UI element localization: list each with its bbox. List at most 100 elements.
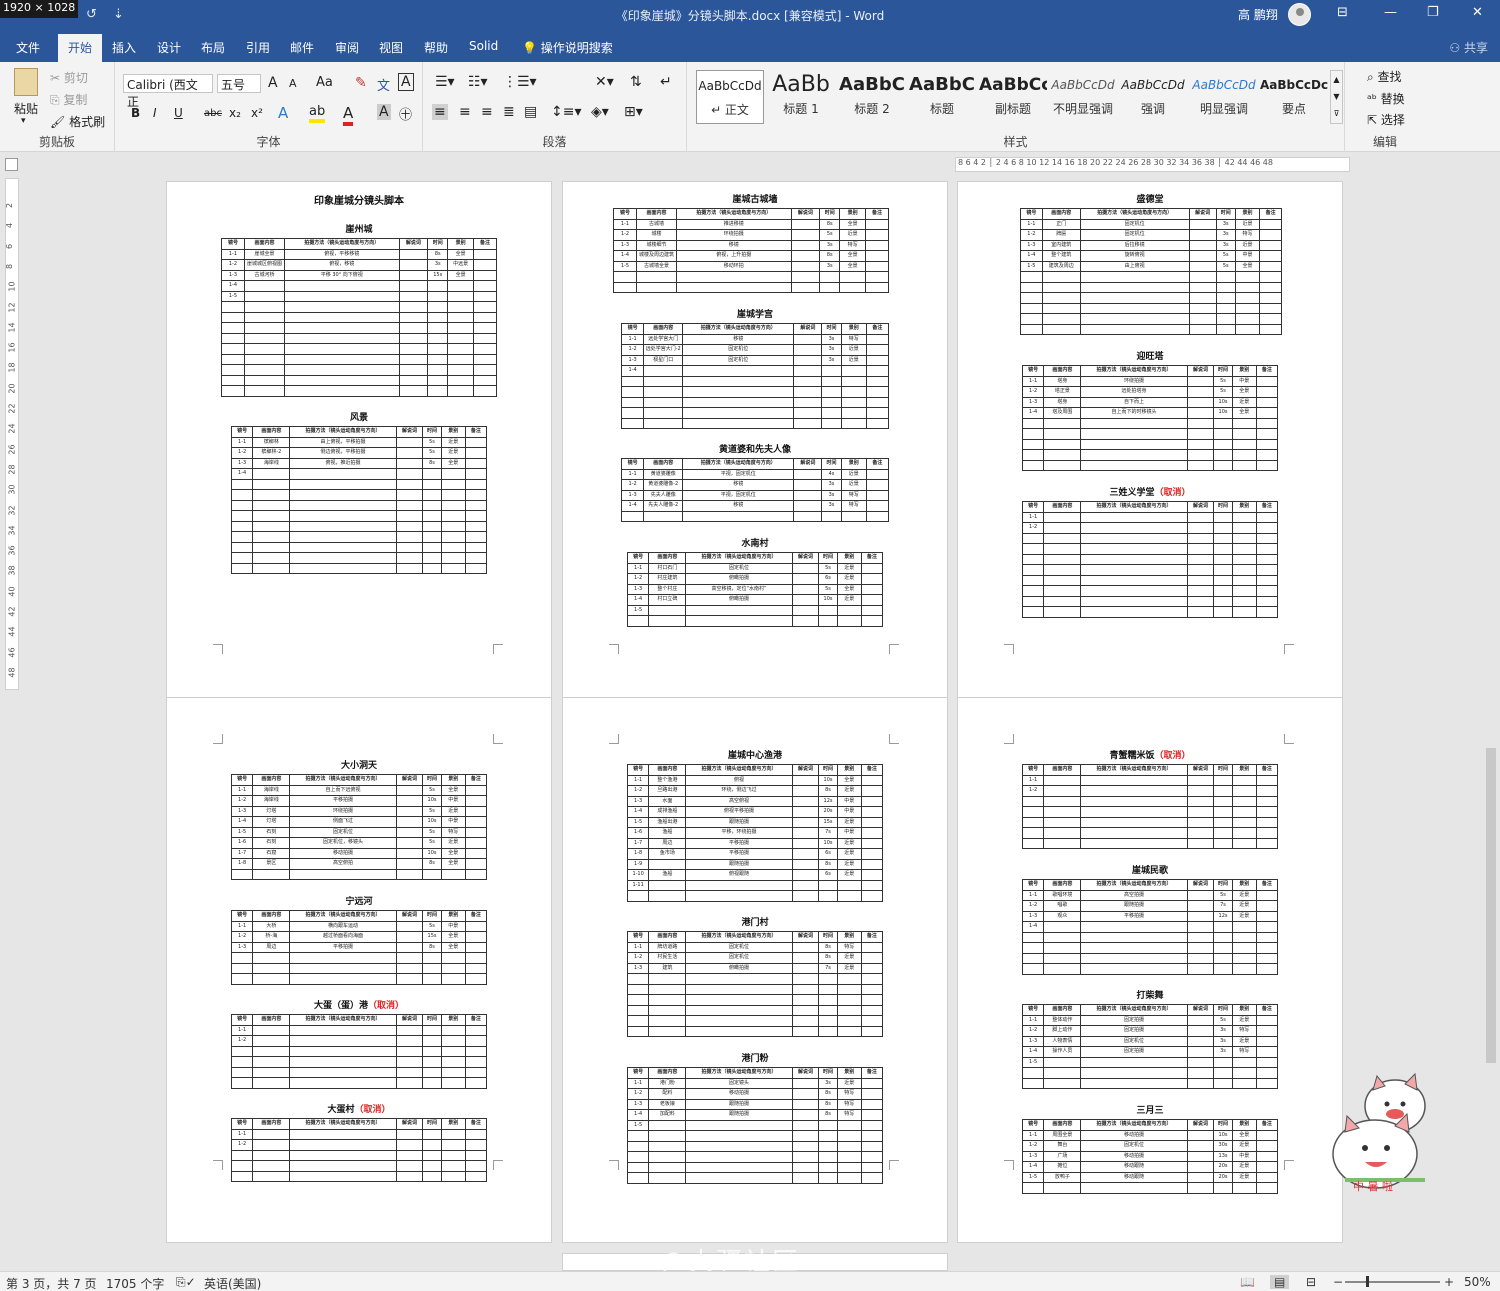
table-cell[interactable] (464, 784, 488, 796)
table-cell[interactable]: 8s (818, 1088, 838, 1100)
table-cell[interactable] (1259, 323, 1282, 335)
table-cell[interactable] (440, 562, 466, 574)
table-cell[interactable] (791, 827, 820, 839)
table-cell[interactable] (398, 269, 429, 281)
table-cell[interactable] (464, 478, 488, 490)
table-cell[interactable] (1043, 543, 1082, 555)
table-cell[interactable] (422, 1045, 442, 1057)
zoom-in-button[interactable]: + (1444, 1275, 1454, 1289)
table-cell[interactable]: 1-3 (1021, 396, 1045, 408)
table-cell[interactable] (818, 1140, 838, 1152)
table-cell[interactable] (648, 1004, 687, 1016)
table-cell[interactable]: 5s (819, 229, 841, 241)
table-cell[interactable] (1080, 931, 1188, 943)
table-cell[interactable] (648, 1151, 687, 1163)
table-cell[interactable] (836, 983, 862, 995)
table-cell[interactable] (427, 364, 449, 376)
table-cell[interactable]: 1-2 (620, 479, 645, 491)
table-cell[interactable] (395, 541, 424, 553)
table-cell[interactable] (230, 489, 254, 501)
table-cell[interactable]: 鱼市场 (648, 848, 687, 860)
table-cell[interactable] (865, 500, 890, 512)
table-cell[interactable] (464, 541, 488, 553)
table-cell[interactable] (252, 1056, 291, 1068)
table-cell[interactable] (252, 973, 291, 985)
table-cell[interactable] (648, 1130, 687, 1142)
table-cell[interactable] (620, 407, 645, 419)
table-cell[interactable] (464, 868, 488, 880)
table-cell[interactable] (1231, 931, 1257, 943)
table-cell[interactable]: 5s (422, 826, 442, 838)
table-cell[interactable] (252, 1077, 291, 1089)
table-cell[interactable] (1021, 449, 1045, 461)
table-cell[interactable] (284, 290, 400, 302)
justify-icon[interactable]: ≣ (503, 104, 515, 120)
table-cell[interactable] (1213, 532, 1233, 544)
zoom-slider[interactable] (1345, 1281, 1440, 1283)
table-cell[interactable] (252, 1160, 291, 1172)
table-cell[interactable] (252, 489, 291, 501)
table-cell[interactable]: 近景 (839, 229, 867, 241)
table-cell[interactable] (440, 1056, 466, 1068)
table-cell[interactable] (252, 1045, 291, 1057)
table-cell[interactable] (289, 562, 397, 574)
table-cell[interactable]: 1-2 (1021, 1025, 1045, 1037)
table-cell[interactable]: 摊位 (1043, 1161, 1082, 1173)
table-cell[interactable]: 近景 (836, 858, 862, 870)
table-cell[interactable] (839, 281, 867, 293)
table-cell[interactable]: 放鸭子 (1043, 1171, 1082, 1183)
show-marks-icon[interactable]: ↵ (660, 74, 672, 90)
table-cell[interactable] (635, 281, 678, 293)
table-cell[interactable] (221, 343, 245, 355)
table-cell[interactable] (793, 333, 823, 345)
table-cell[interactable] (1255, 396, 1279, 408)
table-cell[interactable] (398, 374, 429, 386)
table-cell[interactable] (1234, 323, 1261, 335)
table-cell[interactable] (1213, 438, 1233, 450)
table-cell[interactable]: 景区 (252, 858, 291, 870)
tab-home[interactable]: 开始 (58, 34, 103, 63)
table-cell[interactable]: 1-2 (1020, 229, 1043, 241)
table-cell[interactable] (1255, 1140, 1279, 1152)
table-cell[interactable] (398, 385, 429, 397)
table-cell[interactable] (836, 1025, 862, 1037)
table-cell[interactable] (473, 311, 497, 323)
table-cell[interactable] (791, 1172, 820, 1184)
table-cell[interactable] (791, 1015, 820, 1027)
table-cell[interactable]: 侧面飞过 (289, 816, 397, 828)
table-cell[interactable] (1231, 553, 1257, 565)
table-cell[interactable]: 1-1 (626, 774, 650, 786)
table-cell[interactable] (1255, 522, 1279, 534)
table-cell[interactable] (464, 805, 488, 817)
table-cell[interactable]: 操作人员 (1043, 1046, 1082, 1058)
table-cell[interactable]: 1-1 (230, 1024, 254, 1036)
proofing-icon[interactable]: ⎘✓ (176, 1275, 196, 1290)
table-cell[interactable]: 移动拍摄 (289, 847, 397, 859)
table-cell[interactable]: 3s (1215, 218, 1236, 230)
table-cell[interactable] (1188, 250, 1217, 262)
tell-me-search[interactable]: 💡 操作说明搜索 (522, 39, 613, 56)
table-cell[interactable] (289, 1077, 397, 1089)
table-cell[interactable] (289, 531, 397, 543)
table-cell[interactable] (836, 994, 862, 1006)
table-cell[interactable]: 跟随拍摄 (685, 816, 793, 828)
table-cell[interactable]: 近景 (836, 785, 862, 797)
table-cell[interactable]: 1-4 (1020, 250, 1043, 262)
table-cell[interactable] (284, 322, 400, 334)
table-cell[interactable] (1213, 963, 1233, 975)
table-cell[interactable] (1043, 417, 1082, 429)
table-cell[interactable] (422, 552, 442, 564)
table-cell[interactable] (427, 332, 449, 344)
table-cell[interactable]: 1-11 (626, 879, 650, 891)
table-cell[interactable] (1186, 1035, 1215, 1047)
table-cell[interactable] (447, 301, 475, 313)
table-cell[interactable] (1043, 595, 1082, 607)
table-cell[interactable] (1080, 1056, 1188, 1068)
table-cell[interactable] (464, 941, 488, 953)
table-cell[interactable] (1186, 837, 1215, 849)
align-right-icon[interactable]: ≡ (481, 104, 493, 120)
table-cell[interactable] (289, 1170, 397, 1182)
table-cell[interactable]: 20s (818, 806, 838, 818)
style-heading-1[interactable]: AaBb 标题 1 (767, 70, 835, 124)
table-cell[interactable] (1255, 417, 1279, 429)
